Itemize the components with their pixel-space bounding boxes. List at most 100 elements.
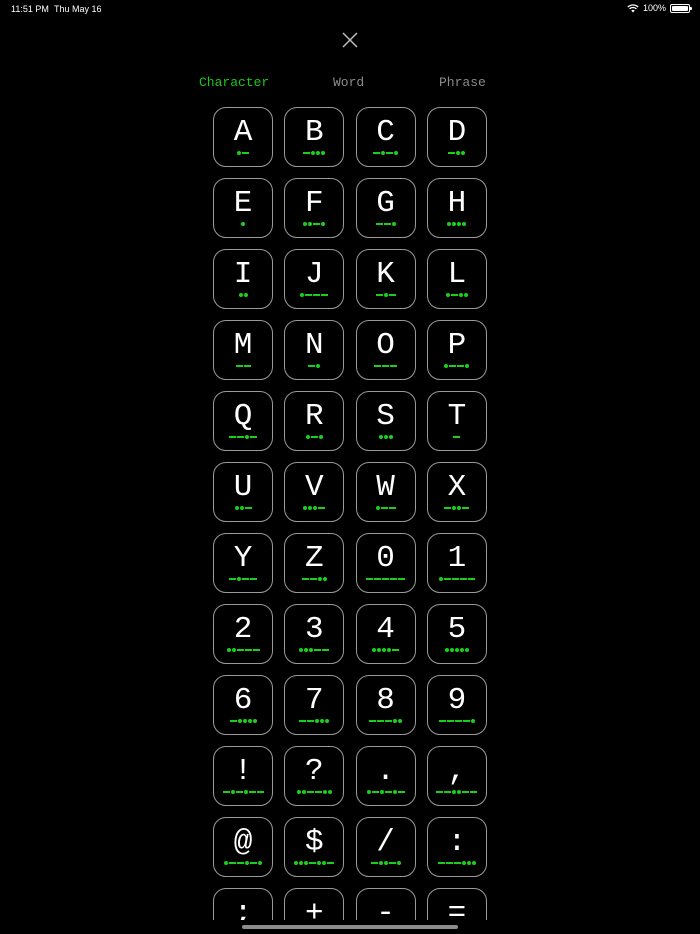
key-morse-code [428,220,486,228]
morse-dash [453,862,461,864]
character-key[interactable]: Q [213,391,273,451]
character-key[interactable]: W [355,462,416,522]
character-key[interactable]: 4 [355,604,416,664]
character-key[interactable]: - [355,888,416,920]
morse-dash [229,862,236,864]
morse-dot [247,719,252,723]
character-key[interactable]: X [426,462,487,522]
character-key[interactable]: 9 [426,675,487,735]
morse-dot [316,364,321,368]
key-morse-code [285,859,343,867]
character-key[interactable]: L [426,249,487,309]
character-key[interactable]: S [355,391,416,451]
key-morse-code [214,504,272,512]
key-morse-code [214,788,272,796]
character-key[interactable]: B [284,107,345,167]
close-button[interactable] [340,30,360,50]
morse-dash [374,578,382,580]
character-key[interactable]: ! [213,746,273,806]
character-key[interactable]: I [213,249,273,309]
character-key[interactable]: 1 [426,533,487,593]
morse-dash [366,578,374,580]
character-key[interactable]: 8 [355,675,416,735]
character-key[interactable]: H [426,178,487,238]
morse-dot [378,861,383,865]
home-indicator[interactable] [242,925,458,929]
character-key[interactable]: 6 [213,675,273,735]
character-key[interactable]: U [213,462,273,522]
character-key[interactable]: : [426,817,487,877]
key-morse-code [285,149,343,157]
character-key[interactable]: V [284,462,345,522]
tab-word[interactable]: Word [333,75,364,90]
character-key[interactable]: D [426,107,487,167]
character-key[interactable]: ; [213,888,273,920]
character-key[interactable]: 2 [213,604,273,664]
character-key[interactable]: C [355,107,416,167]
morse-dash [237,436,244,438]
morse-dot [466,861,471,865]
morse-dash [371,791,379,793]
key-morse-code [357,859,415,867]
morse-dot [303,506,308,510]
character-key[interactable]: P [426,320,487,380]
key-morse-code [357,788,415,796]
key-morse-code [428,788,486,796]
close-icon [342,32,358,48]
character-key[interactable]: K [355,249,416,309]
character-key[interactable]: Z [284,533,345,593]
character-key[interactable]: G [355,178,416,238]
tab-character[interactable]: Character [199,75,269,90]
morse-dot [309,648,314,652]
character-key[interactable]: = [426,888,487,920]
morse-dot [305,435,310,439]
character-key[interactable]: $ [284,817,345,877]
character-key[interactable]: M [213,320,273,380]
morse-dash [436,791,444,793]
key-character: S [376,399,395,434]
key-character: E [233,186,253,221]
morse-dot [382,648,387,652]
morse-dot [445,293,450,297]
character-key[interactable]: F [284,178,345,238]
key-character: V [304,470,324,505]
character-key[interactable]: + [284,888,345,920]
character-key[interactable]: / [355,817,416,877]
character-key[interactable]: R [284,391,345,451]
character-grid-scroll[interactable]: A B C D E F G H I J K L M N O P Q R S T U V W X Y Z 0 1 2 3 4 5 6 7 8 9!?.,… [0,107,700,920]
character-key[interactable]: A [213,107,273,167]
morse-dash [374,365,382,367]
character-key[interactable]: N [284,320,345,380]
morse-dash [397,791,405,793]
morse-dash [229,436,236,438]
character-key[interactable]: 3 [284,604,345,664]
key-character: J [304,257,324,292]
character-key[interactable]: J [284,249,345,309]
morse-dash [392,649,400,651]
morse-dot [381,151,386,155]
key-morse-code [357,717,415,725]
morse-dot [438,577,443,581]
character-key[interactable]: 7 [284,675,345,735]
character-key[interactable]: O [355,320,416,380]
morse-dash [369,720,377,722]
key-morse-code [357,504,415,512]
character-key[interactable]: 5 [426,604,487,664]
character-key[interactable]: . [355,746,416,806]
character-key[interactable]: @ [213,817,273,877]
morse-dot [464,648,469,652]
tab-phrase[interactable]: Phrase [439,75,486,90]
character-key[interactable]: ? [284,746,345,806]
character-key[interactable]: T [426,391,487,451]
morse-dot [452,506,457,510]
morse-dot [457,506,462,510]
character-key[interactable]: E [213,178,273,238]
character-key[interactable]: Y [213,533,273,593]
character-key[interactable]: , [426,746,487,806]
key-character: C [376,115,395,150]
morse-dot [294,861,299,865]
key-character: . [376,754,395,789]
character-key[interactable]: 0 [355,533,416,593]
key-character: X [447,470,467,505]
key-morse-code [428,575,486,583]
